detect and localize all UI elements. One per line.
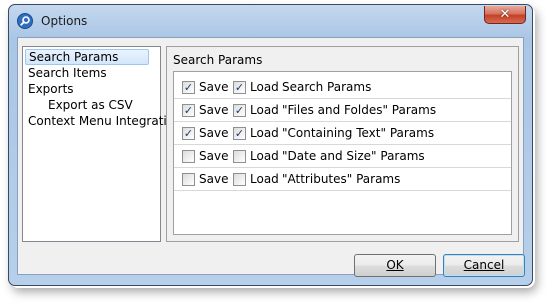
window-title: Options: [41, 14, 88, 28]
check-icon: ✓: [183, 127, 194, 140]
param-name: "Files and Foldes" Params: [282, 103, 437, 117]
save-checkbox[interactable]: [182, 150, 195, 163]
options-dialog: Options ✕ Search Params Search Items Exp…: [8, 4, 533, 286]
load-label[interactable]: Load: [250, 80, 279, 94]
check-icon: ✓: [234, 104, 245, 117]
load-checkbox[interactable]: ✓: [233, 104, 246, 117]
param-name: "Attributes" Params: [282, 172, 401, 186]
tree-item-search-params[interactable]: Search Params: [25, 49, 149, 65]
check-icon: ✓: [234, 81, 245, 94]
param-row: ✓ Save ✓ Load "Containing Text" Params: [174, 122, 511, 145]
param-name: Search Params: [282, 80, 372, 94]
param-row: Save Load "Attributes" Params: [174, 168, 511, 191]
save-checkbox[interactable]: ✓: [182, 104, 195, 117]
save-checkbox[interactable]: ✓: [182, 127, 195, 140]
param-row: ✓ Save ✓ Load Search Params: [174, 76, 511, 99]
param-row: ✓ Save ✓ Load "Files and Foldes" Params: [174, 99, 511, 122]
search-icon: [17, 13, 33, 29]
load-label[interactable]: Load: [250, 126, 279, 140]
check-icon: ✓: [183, 81, 194, 94]
save-checkbox[interactable]: ✓: [182, 81, 195, 94]
params-grid: ✓ Save ✓ Load Search Params ✓ Save ✓ Loa…: [173, 71, 512, 235]
panel-title: Search Params: [173, 53, 263, 67]
save-label[interactable]: Save: [199, 172, 228, 186]
cancel-button-label: Cancel: [463, 258, 505, 272]
load-checkbox[interactable]: [233, 173, 246, 186]
tree-item-exports[interactable]: Exports: [25, 81, 77, 97]
title-bar[interactable]: Options ✕: [9, 5, 532, 35]
close-button[interactable]: ✕: [484, 6, 526, 24]
load-checkbox[interactable]: [233, 150, 246, 163]
ok-button-label: OK: [386, 258, 404, 272]
cancel-button[interactable]: Cancel: [443, 254, 525, 277]
param-name: "Date and Size" Params: [282, 149, 425, 163]
load-label[interactable]: Load: [250, 172, 279, 186]
save-label[interactable]: Save: [199, 80, 228, 94]
tree-item-search-items[interactable]: Search Items: [25, 65, 110, 81]
check-icon: ✓: [234, 127, 245, 140]
ok-button[interactable]: OK: [354, 254, 436, 277]
param-name: "Containing Text" Params: [282, 126, 435, 140]
param-row: Save Load "Date and Size" Params: [174, 145, 511, 168]
settings-panel: Search Params ✓ Save ✓ Load Search Param…: [166, 46, 519, 242]
dialog-client-area: Search Params Search Items Exports Expor…: [17, 37, 525, 277]
load-label[interactable]: Load: [250, 149, 279, 163]
close-icon: ✕: [499, 7, 511, 22]
load-checkbox[interactable]: ✓: [233, 127, 246, 140]
tree-item-context-menu-integration[interactable]: Context Menu Integration: [25, 113, 185, 129]
load-label[interactable]: Load: [250, 103, 279, 117]
load-checkbox[interactable]: ✓: [233, 81, 246, 94]
save-label[interactable]: Save: [199, 126, 228, 140]
category-tree[interactable]: Search Params Search Items Exports Expor…: [22, 46, 182, 242]
save-label[interactable]: Save: [199, 103, 228, 117]
save-checkbox[interactable]: [182, 173, 195, 186]
tree-item-export-as-csv[interactable]: Export as CSV: [45, 97, 136, 113]
check-icon: ✓: [183, 104, 194, 117]
save-label[interactable]: Save: [199, 149, 228, 163]
